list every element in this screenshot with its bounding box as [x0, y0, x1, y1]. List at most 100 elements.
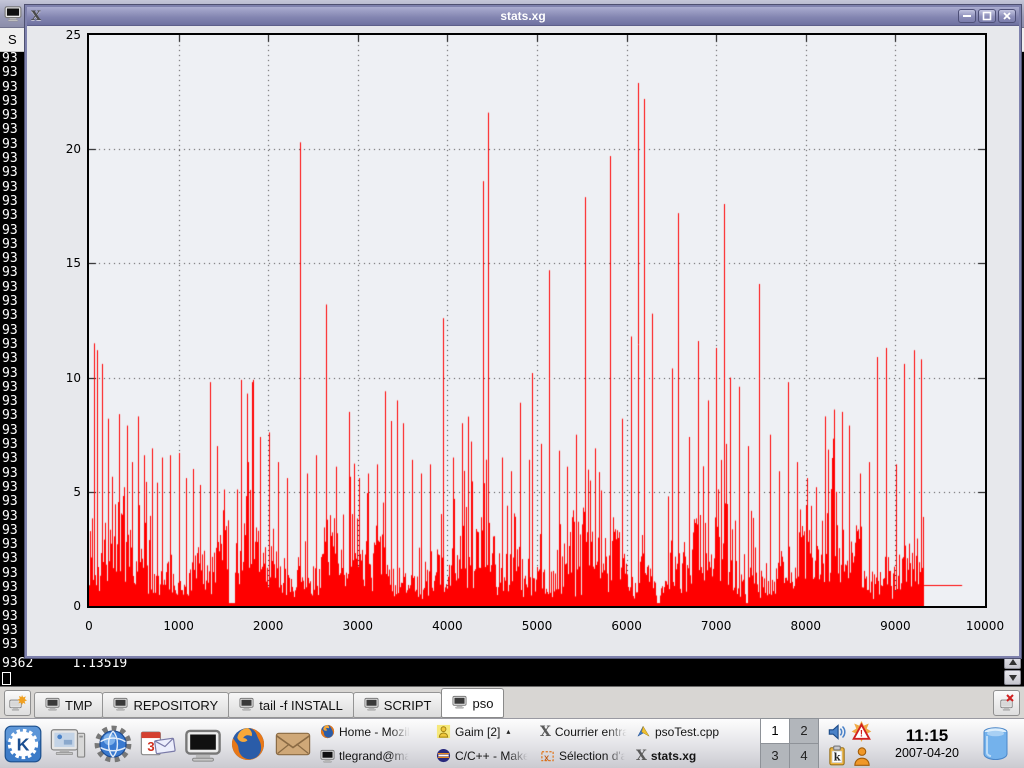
- taskbar-item-label: psoTest.cpp: [655, 725, 719, 739]
- clock-time: 11:15: [876, 726, 978, 746]
- system-tray: !k: [824, 720, 874, 768]
- firefox-mini-icon: [320, 724, 335, 739]
- konsole-tabbar: TMP REPOSITORY tail -f INSTALL SCRIPT pso: [0, 686, 1024, 718]
- konsole-launcher-icon[interactable]: [180, 720, 225, 768]
- konsole-tab-pso[interactable]: pso: [441, 688, 504, 718]
- system-launcher-icon[interactable]: [45, 720, 90, 768]
- taskbar-item-label: Home - Mozill: [339, 725, 412, 739]
- y-axis-tick-label: 15: [27, 256, 81, 270]
- stats-titlebar[interactable]: X stats.xg: [27, 7, 1019, 26]
- maximize-button[interactable]: [978, 9, 996, 23]
- panel-clock[interactable]: 11:15 2007-04-20: [876, 726, 978, 761]
- taskbar-item-label: stats.xg: [651, 749, 696, 763]
- taskbar-item-label: Sélection d'a: [559, 749, 627, 763]
- kmenu-launcher-icon[interactable]: K: [0, 720, 45, 768]
- y-axis-tick-label: 0: [27, 599, 81, 613]
- konsole-tab-tail-f-install[interactable]: tail -f INSTALL: [228, 692, 354, 718]
- taskbar-item-c-c-make[interactable]: C/C++ - Make: [433, 745, 537, 767]
- taskbar-item-label: Courrier entra: [555, 725, 629, 739]
- terminal-session-icon: [239, 696, 254, 714]
- taskbar-item-s-lection-d-a[interactable]: Sélection d'a: [537, 745, 633, 767]
- pager-desktop-2[interactable]: 2: [789, 718, 819, 744]
- taskbar-item-label: C/C++ - Make: [455, 749, 530, 763]
- x-axis-tick-label: 9000: [870, 619, 920, 633]
- svg-text:K: K: [16, 734, 29, 754]
- x-app-icon: X: [636, 749, 647, 763]
- terminal-scrollbar[interactable]: [1004, 654, 1021, 686]
- taskbar-item-gaim-2-[interactable]: Gaim [2] ▴: [433, 721, 537, 743]
- alarm-tray-icon[interactable]: !: [850, 720, 873, 743]
- kde-panel: K3 Home - MozillGaim [2]▴XCourrier entra…: [0, 718, 1024, 768]
- selection-icon: [540, 748, 555, 763]
- x-axis-tick-label: 10000: [960, 619, 1010, 633]
- tab-label: pso: [472, 696, 493, 711]
- x-axis-tick-label: 1000: [154, 619, 204, 633]
- tab-label: REPOSITORY: [133, 698, 218, 713]
- desktop: S 93 93 93 93 93 93 93 93 93 93 93 93 93…: [0, 0, 1024, 768]
- chart-canvas[interactable]: [89, 35, 985, 606]
- konsole-mini-icon: [320, 748, 335, 763]
- x-axis-tick-label: 8000: [781, 619, 831, 633]
- y-axis-tick-label: 5: [27, 485, 81, 499]
- svg-text:3: 3: [147, 739, 154, 754]
- konsole-tab-tmp[interactable]: TMP: [34, 692, 103, 718]
- desktop-pager: 1234: [761, 719, 819, 768]
- svg-text:k: k: [833, 752, 841, 763]
- stats-window: X stats.xg 0510152025 010002000300040005…: [25, 5, 1021, 658]
- clock-date: 2007-04-20: [876, 746, 978, 761]
- pager-desktop-3[interactable]: 3: [760, 743, 790, 768]
- klipper-tray-icon[interactable]: k: [826, 745, 848, 767]
- close-session-button[interactable]: [993, 690, 1020, 716]
- konsole-window-icon: [4, 4, 22, 27]
- panel-launchers: K3: [0, 720, 315, 768]
- taskbar-item-label: Gaim [2]: [455, 725, 500, 739]
- x-axis-tick-label: 5000: [512, 619, 562, 633]
- pager-desktop-4[interactable]: 4: [789, 743, 819, 768]
- konsole-menu-session[interactable]: S: [8, 32, 17, 47]
- contact-tray-icon[interactable]: [851, 745, 873, 767]
- terminal-session-icon: [113, 696, 128, 714]
- close-button[interactable]: [998, 9, 1016, 23]
- svg-text:!: !: [860, 728, 863, 739]
- konsole-tab-repository[interactable]: REPOSITORY: [102, 692, 229, 718]
- x-axis-tick-label: 3000: [333, 619, 383, 633]
- x-axis-tick-label: 6000: [602, 619, 652, 633]
- konsole-tab-script[interactable]: SCRIPT: [353, 692, 443, 718]
- terminal-session-icon: [45, 696, 60, 714]
- terminal-cursor: [2, 672, 11, 685]
- x-app-icon: X: [540, 725, 551, 739]
- taskbar-group-arrow-icon[interactable]: ▴: [506, 727, 510, 736]
- taskbar-item-home-mozill[interactable]: Home - Mozill: [317, 721, 433, 743]
- taskbar-item-courrier-entra[interactable]: X Courrier entra: [537, 721, 633, 743]
- konqueror-launcher-icon[interactable]: [90, 720, 135, 768]
- x-axis-tick-label: 0: [64, 619, 114, 633]
- minimize-button[interactable]: [958, 9, 976, 23]
- taskbar-item-stats-xg[interactable]: Xstats.xg: [633, 745, 755, 767]
- gaim-icon: [436, 724, 451, 739]
- kontact-launcher-icon[interactable]: 3: [135, 720, 180, 768]
- y-axis-tick-label: 10: [27, 371, 81, 385]
- tab-label: SCRIPT: [384, 698, 432, 713]
- new-session-button[interactable]: [4, 690, 31, 716]
- tab-label: TMP: [65, 698, 92, 713]
- terminal-session-icon: [452, 694, 467, 712]
- tab-label: tail -f INSTALL: [259, 698, 343, 713]
- glass-applet-icon[interactable]: [982, 726, 1009, 762]
- terminal-last-line: 9362 1.13519: [2, 656, 127, 671]
- xgraph-window-icon: X: [31, 10, 41, 23]
- plot-area: 0510152025 01000200030004000500060007000…: [27, 26, 1019, 656]
- volume-tray-icon[interactable]: [826, 721, 848, 743]
- mail-launcher-icon[interactable]: [270, 720, 315, 768]
- window-title: stats.xg: [27, 9, 1019, 23]
- y-axis-tick-label: 25: [27, 28, 81, 42]
- taskbar: Home - Mozill Gaim [2] ▴ X Courrier entra pso…: [317, 720, 755, 768]
- x-axis-tick-label: 2000: [243, 619, 293, 633]
- y-axis-tick-label: 20: [27, 142, 81, 156]
- firefox-launcher-icon[interactable]: [225, 720, 270, 768]
- taskbar-item-label: tlegrand@ma: [339, 749, 411, 763]
- scroll-down-button[interactable]: [1004, 670, 1021, 685]
- taskbar-item-psotest-cpp[interactable]: psoTest.cpp: [633, 721, 755, 743]
- taskbar-item-tlegrand-ma[interactable]: tlegrand@ma: [317, 745, 433, 767]
- x-axis-tick-label: 7000: [691, 619, 741, 633]
- pager-desktop-1[interactable]: 1: [760, 718, 790, 744]
